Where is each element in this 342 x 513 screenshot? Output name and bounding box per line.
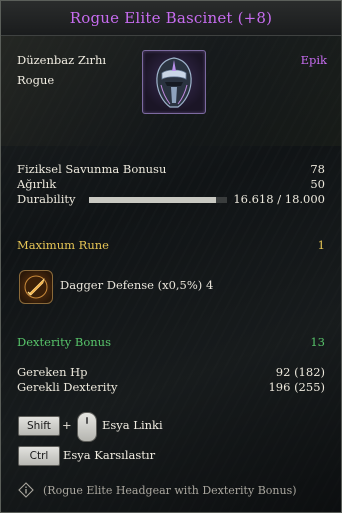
stat-label-physical-defense: Fiziksel Savunma Bonusu [17, 162, 167, 176]
info-diamond-icon [18, 482, 34, 498]
plus-sign: + [62, 418, 72, 432]
rune-description: Dagger Defense (x0,5%) 4 [60, 278, 214, 292]
rune-slot[interactable] [19, 270, 53, 304]
item-type-name: Düzenbaz Zırhı [17, 53, 107, 67]
item-link-hint: Esya Linki [102, 418, 163, 432]
stat-value-physical-defense: 78 [310, 162, 325, 176]
stat-label-weight: Ağırlık [17, 177, 57, 191]
tooltip-title-bar: Rogue Elite Bascinet (+8) [1, 1, 341, 36]
max-rune-label: Maximum Rune [17, 238, 109, 252]
durability-bar-fill [89, 197, 217, 203]
requirement-label-dexterity: Gerekli Dexterity [17, 380, 118, 394]
requirement-value-dexterity: 196 (255) [268, 380, 325, 394]
durability-value: 16.618 / 18.000 [233, 192, 325, 206]
requirement-label-hp: Gereken Hp [17, 365, 88, 379]
shift-key-hint: Shift [18, 416, 60, 436]
item-icon-slot [142, 50, 206, 114]
item-footer-description: (Rogue Elite Headgear with Dexterity Bon… [43, 484, 297, 497]
ctrl-key-hint: Ctrl [18, 446, 60, 466]
durability-label: Durability [17, 192, 76, 206]
item-compare-hint: Esya Karsılastır [63, 448, 156, 462]
item-tooltip: Rogue Elite Bascinet (+8) Düzenbaz Zırhı… [0, 0, 342, 513]
helmet-icon [156, 57, 192, 108]
dexterity-bonus-label: Dexterity Bonus [17, 335, 111, 349]
durability-bar [89, 197, 227, 203]
item-title: Rogue Elite Bascinet (+8) [69, 9, 273, 27]
dexterity-bonus-value: 13 [310, 335, 325, 349]
item-rarity: Epik [300, 53, 327, 67]
stat-value-weight: 50 [310, 177, 325, 191]
max-rune-count: 1 [317, 238, 325, 252]
dagger-rune-icon [24, 275, 48, 299]
mouse-click-icon [77, 412, 97, 442]
requirement-value-hp: 92 (182) [275, 365, 325, 379]
item-class: Rogue [17, 73, 55, 87]
